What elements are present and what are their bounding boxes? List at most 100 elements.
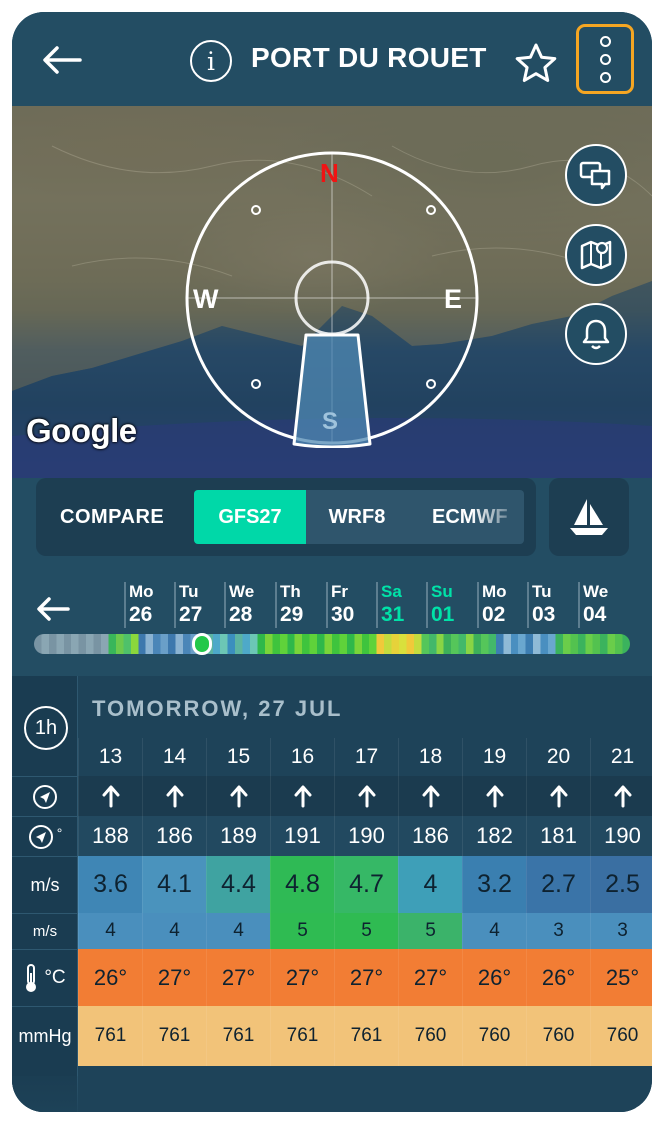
wind-direction-cell: 181 [526, 816, 590, 856]
day-date: 03 [532, 603, 556, 626]
wind-direction-cell: 190 [334, 816, 398, 856]
hour-label: 15 [206, 738, 270, 776]
pressure-cell: 761 [142, 1006, 206, 1066]
wind-gust-cell: 5 [270, 913, 334, 949]
wind-gust-cell: 3 [590, 913, 652, 949]
day-9[interactable]: We 04 [578, 582, 628, 628]
day-3[interactable]: Th 29 [275, 582, 325, 628]
previous-days-button[interactable] [36, 596, 76, 626]
wind-direction-row-label: ° [12, 816, 78, 856]
arrow-up-icon [614, 785, 631, 808]
day-5[interactable]: Sa 31 [376, 582, 426, 628]
compare-button[interactable]: COMPARE [60, 478, 164, 556]
wind-direction-cell: 188 [78, 816, 142, 856]
day-name: Fr [331, 582, 348, 601]
day-0[interactable]: Mo 26 [124, 582, 174, 628]
temperature-cell: 25° [590, 949, 652, 1006]
pressure-cell: 760 [398, 1006, 462, 1066]
day-2[interactable]: We 28 [224, 582, 274, 628]
temperature-cell: 27° [270, 949, 334, 1006]
sailing-mode-button[interactable] [549, 478, 629, 556]
day-date: 28 [229, 603, 253, 626]
pressure-cell: 761 [334, 1006, 398, 1066]
favorite-button[interactable] [512, 40, 560, 88]
day-name: Tu [179, 582, 199, 601]
wind-speed-cell: 4.7 [334, 856, 398, 913]
date-label: TOMORROW, 27 JUL [92, 696, 343, 721]
wind-direction-cell: 182 [462, 816, 526, 856]
wind-arrow-cell [270, 776, 334, 816]
wind-direction-cell: 189 [206, 816, 270, 856]
alert-button[interactable] [565, 303, 627, 365]
wind-speed-cell: 4.1 [142, 856, 206, 913]
forecast-timeline[interactable] [34, 634, 630, 654]
wind-gust-cell: 4 [142, 913, 206, 949]
hour-label: 17 [334, 738, 398, 776]
hour-label: 14 [142, 738, 206, 776]
wind-speed-cell: 4.4 [206, 856, 270, 913]
wind-gust-cell: 4 [206, 913, 270, 949]
day-7[interactable]: Mo 02 [477, 582, 527, 628]
wind-arrow-cell [462, 776, 526, 816]
wind-arrow-cell [142, 776, 206, 816]
wind-speed-cell: 3.6 [78, 856, 142, 913]
satellite-map[interactable]: N W E S Google [12, 106, 652, 478]
day-name: We [583, 582, 609, 601]
model-tab-wrf8[interactable]: WRF8 [306, 490, 408, 544]
day-6[interactable]: Su 01 [426, 582, 476, 628]
page-title: PORT DU ROUET [251, 42, 487, 73]
day-date: 02 [482, 603, 506, 626]
day-1[interactable]: Tu 27 [174, 582, 224, 628]
wind-gust-cell: 3 [526, 913, 590, 949]
day-date: 31 [381, 603, 405, 626]
temperature-cell: 26° [78, 949, 142, 1006]
wind-gust-cell: 5 [398, 913, 462, 949]
degree-unit: ° [56, 824, 63, 841]
interval-button[interactable]: 1h [24, 706, 68, 750]
thermometer-icon [26, 964, 37, 992]
wind-arrow-cell [526, 776, 590, 816]
wind-speed-cell: 2.7 [526, 856, 590, 913]
menu-dot-icon [599, 71, 611, 83]
compass-north-label: N [320, 158, 339, 188]
day-8[interactable]: Tu 03 [527, 582, 577, 628]
pressure-cell: 761 [78, 1006, 142, 1066]
wind-direction-cell: 191 [270, 816, 334, 856]
model-selector: COMPARE GFS27 WRF8 ECMWF [36, 478, 536, 556]
map-button[interactable] [565, 224, 627, 286]
pressure-cell: 760 [526, 1006, 590, 1066]
temperature-cell: 27° [206, 949, 270, 1006]
arrow-left-icon [43, 46, 82, 74]
compass-east-label: E [444, 284, 463, 314]
chat-button[interactable] [565, 144, 627, 206]
day-date: 04 [583, 603, 607, 626]
day-name: Sa [381, 582, 402, 601]
hour-label: 20 [526, 738, 590, 776]
pressure-cell: 760 [590, 1006, 652, 1066]
wind-arrow-cell [206, 776, 270, 816]
google-logo: Google [26, 412, 137, 449]
compass-west-label: W [193, 284, 219, 314]
info-button[interactable]: i [190, 40, 232, 82]
more-options-button[interactable] [576, 24, 634, 94]
wind-arrow-cell [334, 776, 398, 816]
day-4[interactable]: Fr 30 [326, 582, 376, 628]
back-button[interactable] [40, 38, 84, 82]
arrow-up-icon [486, 785, 503, 808]
arrow-up-icon [358, 785, 375, 808]
arrow-up-icon [294, 785, 311, 808]
day-date: 01 [431, 603, 455, 626]
model-tab-gfs27[interactable]: GFS27 [194, 490, 306, 544]
arrow-up-icon [166, 785, 183, 808]
wind-direction-cell: 190 [590, 816, 652, 856]
pressure-cell: 760 [462, 1006, 526, 1066]
wind-speed-cell: 2.5 [590, 856, 652, 913]
wind-speed-cell: 3.2 [462, 856, 526, 913]
wind-direction-cell: 186 [398, 816, 462, 856]
timeline-handle[interactable] [192, 633, 212, 655]
day-name: Mo [482, 582, 507, 601]
arrow-up-icon [102, 785, 119, 808]
menu-dot-icon [599, 53, 611, 65]
row-labels: 1h ° m/s m/s °C mmHg [12, 676, 78, 1112]
model-tab-ecmwf[interactable]: ECMWF [408, 490, 524, 544]
